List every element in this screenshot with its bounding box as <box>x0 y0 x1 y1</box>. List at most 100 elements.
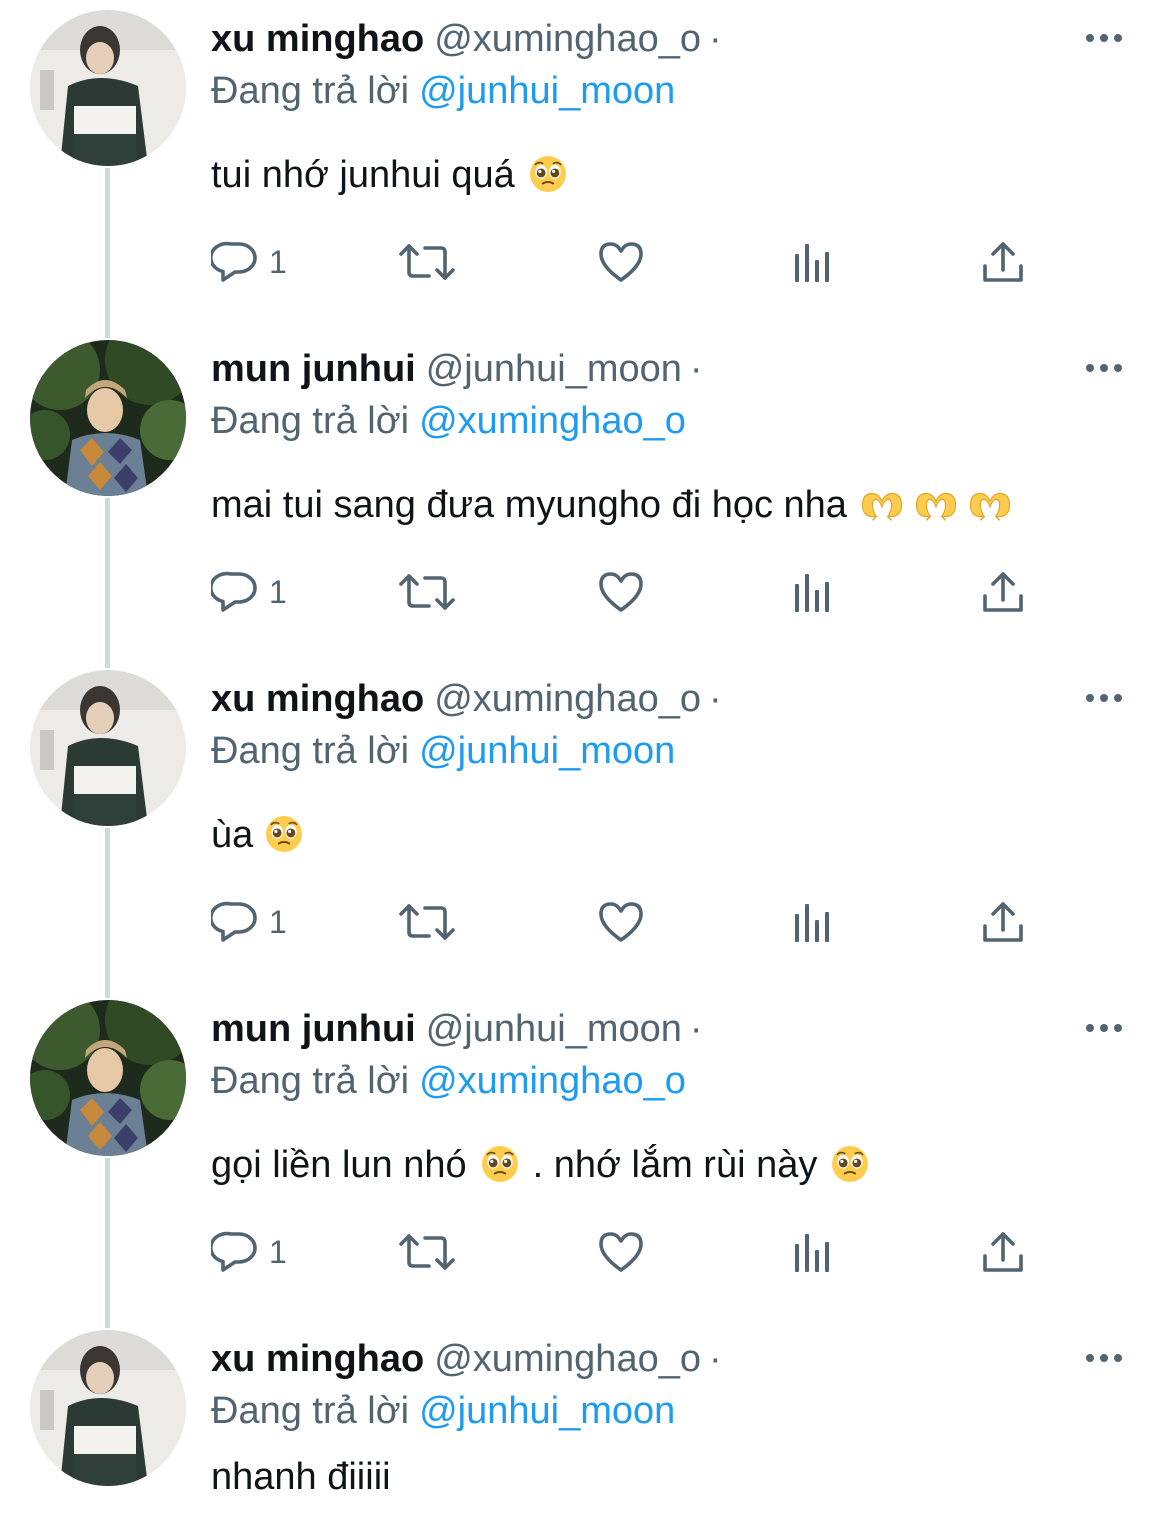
more-icon[interactable] <box>1086 28 1130 48</box>
like-icon <box>597 238 645 286</box>
reply-button[interactable]: 1 <box>211 232 287 292</box>
reply-button[interactable]: 1 <box>211 892 287 952</box>
avatar[interactable] <box>30 670 186 826</box>
tweet-header: mun junhui @junhui_moon · <box>211 1004 703 1054</box>
retweet-icon <box>399 238 455 286</box>
share-button[interactable] <box>979 562 1027 622</box>
avatar[interactable] <box>30 10 186 166</box>
like-button[interactable] <box>597 562 645 622</box>
replying-to: Đang trả lời @junhui_moon <box>211 1386 675 1436</box>
retweet-button[interactable] <box>399 1222 455 1282</box>
replying-to: Đang trả lời @junhui_moon <box>211 66 675 116</box>
analytics-button[interactable] <box>789 892 837 952</box>
retweet-button[interactable] <box>399 232 455 292</box>
heart-hands-emoji <box>967 487 1013 523</box>
tweet-text-content: tui nhớ junhui quá <box>211 154 515 196</box>
tweet-text: tui nhớ junhui quá <box>211 150 567 200</box>
share-button[interactable] <box>979 232 1027 292</box>
user-handle[interactable]: @junhui_moon <box>426 348 682 390</box>
analytics-button[interactable] <box>789 562 837 622</box>
reply-count: 1 <box>269 573 287 610</box>
reply-prefix: Đang trả lời <box>211 730 410 772</box>
reply-prefix: Đang trả lời <box>211 400 410 442</box>
reply-prefix: Đang trả lời <box>211 1390 410 1432</box>
share-button[interactable] <box>979 1222 1027 1282</box>
tweet-actions: 1 <box>211 892 1111 952</box>
display-name[interactable]: mun junhui <box>211 348 416 390</box>
tweet-header: xu minghao @xuminghao_o · <box>211 674 722 724</box>
tweet[interactable]: mun junhui @junhui_moon · Đang trả lời @xum… <box>0 330 1170 660</box>
reply-count: 1 <box>269 243 287 280</box>
user-handle[interactable]: @xuminghao_o <box>434 1338 701 1380</box>
retweet-button[interactable] <box>399 562 455 622</box>
separator: · <box>708 678 722 720</box>
heart-hands-emoji <box>913 487 959 523</box>
reply-button[interactable]: 1 <box>211 562 287 622</box>
more-icon[interactable] <box>1086 688 1130 708</box>
analytics-icon <box>789 898 837 946</box>
tweet-text-content: ùa <box>211 814 254 856</box>
analytics-button[interactable] <box>789 1222 837 1282</box>
share-icon <box>979 898 1027 946</box>
reply-icon <box>211 238 259 286</box>
tweet[interactable]: xu minghao @xuminghao_o · Đang trả lời @jun… <box>0 1320 1170 1528</box>
tweet-text-content: . nhớ lắm rùi này <box>532 1144 818 1186</box>
retweet-icon <box>399 898 455 946</box>
tweet-header: xu minghao @xuminghao_o · <box>211 1334 722 1384</box>
tweet-text-content: nhanh điiiii <box>211 1456 391 1498</box>
replying-to: Đang trả lời @xuminghao_o <box>211 396 686 446</box>
user-handle[interactable]: @junhui_moon <box>426 1008 682 1050</box>
tweet-actions: 1 <box>211 562 1111 622</box>
tweet[interactable]: xu minghao @xuminghao_o · Đang trả lời @jun… <box>0 660 1170 990</box>
reply-button[interactable]: 1 <box>211 1222 287 1282</box>
like-button[interactable] <box>597 1222 645 1282</box>
separator: · <box>708 18 722 60</box>
like-button[interactable] <box>597 892 645 952</box>
separator: · <box>708 1338 722 1380</box>
avatar[interactable] <box>30 1000 186 1156</box>
reply-mention-link[interactable]: @junhui_moon <box>419 730 675 772</box>
retweet-button[interactable] <box>399 892 455 952</box>
user-handle[interactable]: @xuminghao_o <box>434 678 701 720</box>
share-icon <box>979 238 1027 286</box>
display-name[interactable]: xu minghao <box>211 18 424 60</box>
heart-hands-emoji <box>859 487 905 523</box>
replying-to: Đang trả lời @xuminghao_o <box>211 1056 686 1106</box>
more-icon[interactable] <box>1086 358 1130 378</box>
avatar[interactable] <box>30 340 186 496</box>
more-icon[interactable] <box>1086 1018 1130 1038</box>
tweet-actions: 1 <box>211 1222 1111 1282</box>
share-icon <box>979 1228 1027 1276</box>
analytics-button[interactable] <box>789 232 837 292</box>
display-name[interactable]: mun junhui <box>211 1008 416 1050</box>
separator: · <box>689 348 703 390</box>
display-name[interactable]: xu minghao <box>211 678 424 720</box>
share-button[interactable] <box>979 892 1027 952</box>
reply-icon <box>211 568 259 616</box>
reply-count: 1 <box>269 1233 287 1270</box>
user-handle[interactable]: @xuminghao_o <box>434 18 701 60</box>
separator: · <box>689 1008 703 1050</box>
tweet[interactable]: xu minghao @xuminghao_o · Đang trả lời @jun… <box>0 0 1170 330</box>
reply-count: 1 <box>269 903 287 940</box>
pleading-face-emoji <box>831 1145 869 1183</box>
like-icon <box>597 1228 645 1276</box>
like-icon <box>597 898 645 946</box>
like-icon <box>597 568 645 616</box>
reply-prefix: Đang trả lời <box>211 70 410 112</box>
tweet-actions: 1 <box>211 232 1111 292</box>
tweet-text-content: mai tui sang đưa myungho đi học nha <box>211 484 847 526</box>
display-name[interactable]: xu minghao <box>211 1338 424 1380</box>
tweet-text: mai tui sang đưa myungho đi học nha <box>211 480 1013 530</box>
more-icon[interactable] <box>1086 1348 1130 1368</box>
reply-mention-link[interactable]: @xuminghao_o <box>419 1060 686 1102</box>
tweet-text-content: gọi liền lun nhó <box>211 1144 467 1186</box>
reply-mention-link[interactable]: @junhui_moon <box>419 70 675 112</box>
reply-mention-link[interactable]: @xuminghao_o <box>419 400 686 442</box>
like-button[interactable] <box>597 232 645 292</box>
analytics-icon <box>789 568 837 616</box>
reply-mention-link[interactable]: @junhui_moon <box>419 1390 675 1432</box>
tweet[interactable]: mun junhui @junhui_moon · Đang trả lời @xum… <box>0 990 1170 1320</box>
analytics-icon <box>789 1228 837 1276</box>
avatar[interactable] <box>30 1330 186 1486</box>
